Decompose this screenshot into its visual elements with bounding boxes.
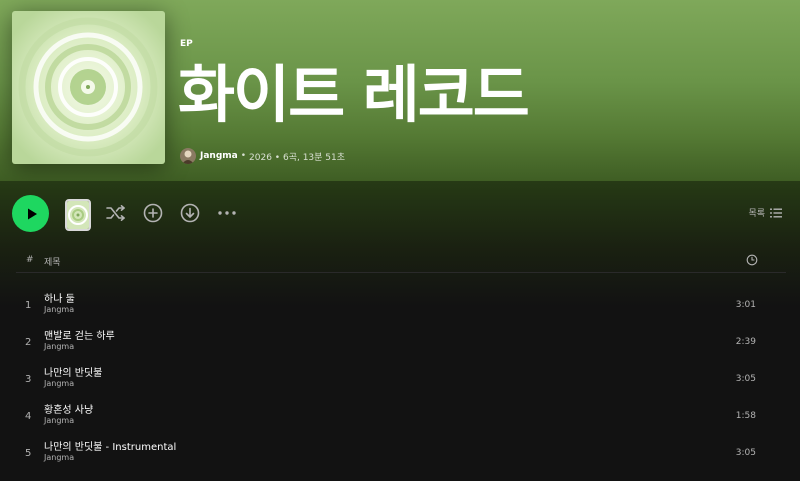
tracklist-header: # 제목 xyxy=(16,250,786,273)
shuffle-icon xyxy=(106,205,125,221)
album-preview-button[interactable] xyxy=(65,199,91,231)
play-icon xyxy=(27,208,37,219)
track-row[interactable]: 3 나만의 반딧불 Jangma 3:05 xyxy=(16,362,786,398)
add-to-library-button[interactable] xyxy=(142,202,164,224)
list-view-icon xyxy=(770,208,782,217)
track-duration: 3:05 xyxy=(735,374,756,384)
more-options-icon xyxy=(218,211,236,215)
track-number: 4 xyxy=(25,411,32,422)
track-title[interactable]: 황혼성 사냥 xyxy=(44,401,93,416)
album-meta: Jangma • 2026 • 6곡, 13분 51초 xyxy=(180,147,345,165)
header-title[interactable]: 제목 xyxy=(44,255,61,268)
track-artist[interactable]: Jangma xyxy=(44,453,74,462)
header-number: # xyxy=(26,255,34,265)
track-title[interactable]: 하나 둘 xyxy=(44,290,75,305)
track-number: 1 xyxy=(25,300,32,311)
track-artist[interactable]: Jangma xyxy=(44,342,74,351)
track-row[interactable]: 4 황혼성 사냥 Jangma 1:58 xyxy=(16,399,786,435)
track-number: 5 xyxy=(25,448,32,459)
shuffle-button[interactable] xyxy=(105,202,127,224)
track-title[interactable]: 나만의 반딧불 xyxy=(44,364,102,379)
album-title: 화이트 레코드 xyxy=(178,58,530,131)
track-row[interactable]: 1 하나 둘 Jangma 3:01 xyxy=(16,288,786,324)
artist-avatar[interactable] xyxy=(180,148,196,164)
track-artist[interactable]: Jangma xyxy=(44,305,74,314)
add-icon xyxy=(143,203,163,223)
track-duration: 3:05 xyxy=(735,448,756,458)
album-type-label: EP xyxy=(180,39,193,49)
album-header: EP 화이트 레코드 Jangma • 2026 • 6곡, 13분 51초 xyxy=(0,0,800,181)
view-mode-label: 목록 xyxy=(748,209,765,219)
track-title[interactable]: 나만의 반딧불 - Instrumental xyxy=(44,438,176,453)
meta-separator: • xyxy=(240,151,247,161)
artist-name-link[interactable]: Jangma xyxy=(200,151,238,161)
track-number: 2 xyxy=(25,337,32,348)
download-button[interactable] xyxy=(179,202,201,224)
clock-icon xyxy=(746,254,758,269)
track-duration: 1:58 xyxy=(735,411,756,421)
track-row[interactable]: 2 맨발로 걷는 하루 Jangma 2:39 xyxy=(16,325,786,361)
view-mode-toggle[interactable]: 목록 xyxy=(748,206,782,219)
more-options-button[interactable] xyxy=(216,202,238,224)
track-duration: 3:01 xyxy=(735,300,756,310)
track-artist[interactable]: Jangma xyxy=(44,379,74,388)
track-number: 3 xyxy=(25,374,32,385)
download-icon xyxy=(180,203,200,223)
track-row[interactable]: 5 나만의 반딧불 - Instrumental Jangma 3:05 xyxy=(16,436,786,472)
play-button[interactable] xyxy=(12,195,49,232)
track-title[interactable]: 맨발로 걷는 하루 xyxy=(44,327,115,342)
album-year-and-stats: 2026 • 6곡, 13분 51초 xyxy=(249,152,346,163)
album-cover[interactable] xyxy=(12,11,165,164)
track-duration: 2:39 xyxy=(735,337,756,347)
track-artist[interactable]: Jangma xyxy=(44,416,74,425)
